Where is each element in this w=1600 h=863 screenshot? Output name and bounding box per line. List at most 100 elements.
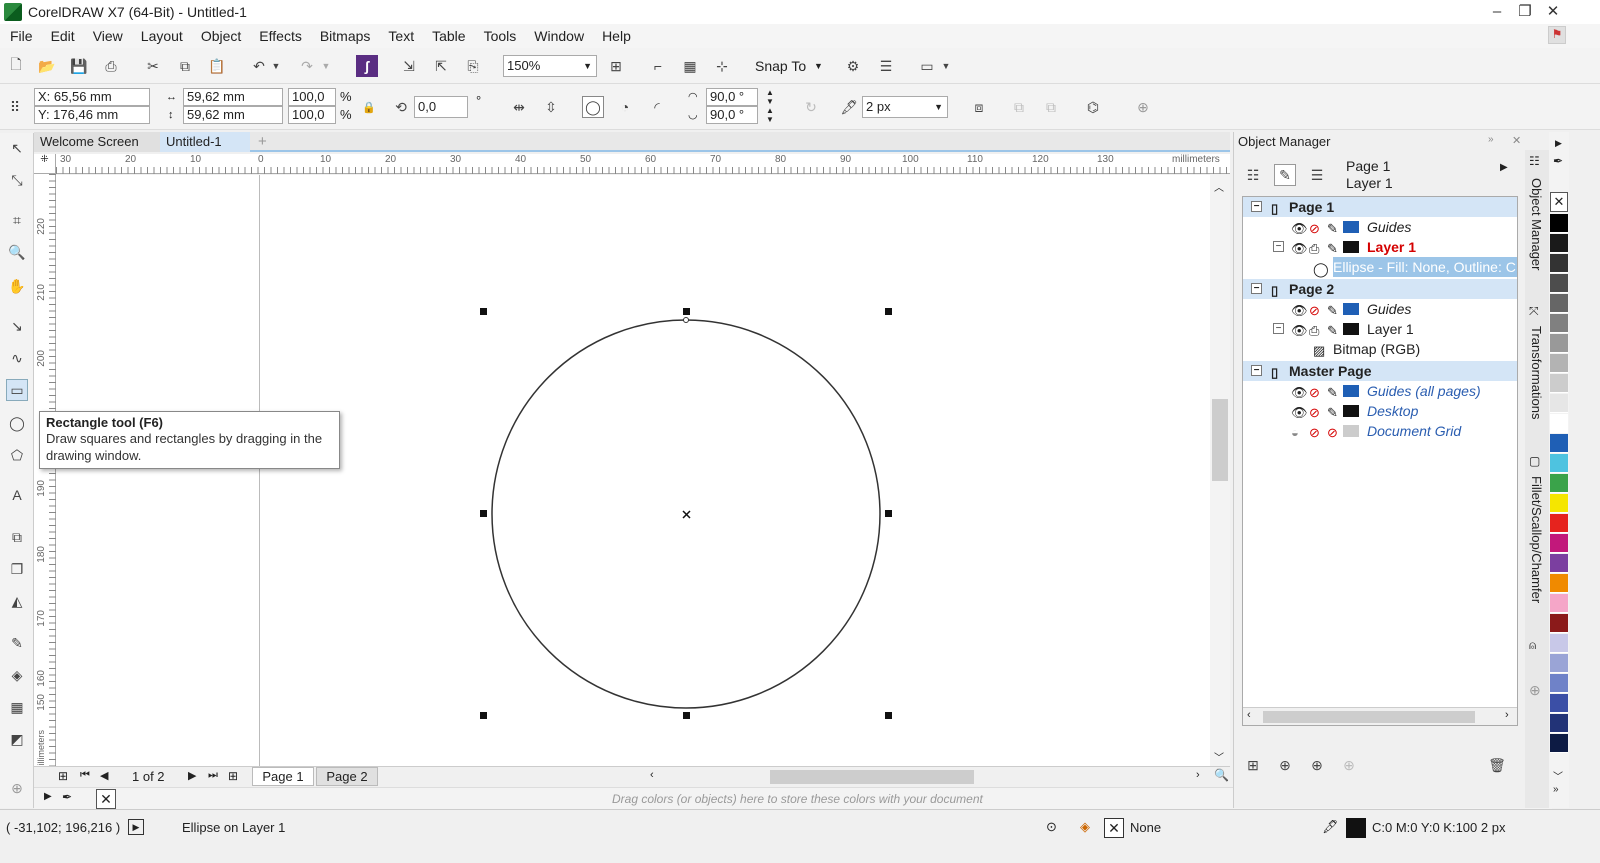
color-swatch[interactable] <box>1550 274 1568 293</box>
interactive-fill-icon[interactable]: ◈ <box>6 664 28 686</box>
undo-icon[interactable]: ↶ <box>248 55 270 77</box>
pick-tool-icon[interactable]: ↖ <box>6 137 28 159</box>
edit-pencil-icon[interactable]: ✎ <box>1327 383 1338 403</box>
selection-handle[interactable] <box>885 712 892 719</box>
status-menu-icon[interactable]: ▶ <box>128 819 144 835</box>
show-object-properties-icon[interactable]: ☷ <box>1242 164 1264 186</box>
outline-pen-status-icon[interactable]: 🖋 <box>1322 819 1339 835</box>
open-icon[interactable]: 📂 <box>36 55 58 77</box>
tree-page-1[interactable]: − ▯ Page 1 <box>1243 197 1517 217</box>
page-tab-1[interactable]: Page 1 <box>252 767 314 786</box>
undo-dropdown-icon[interactable]: ▼ <box>270 55 282 77</box>
add-icon[interactable]: ⊕ <box>1132 96 1154 118</box>
end-angle-field[interactable]: 90,0 ° <box>706 106 758 124</box>
eyedropper-icon[interactable]: ✎ <box>6 632 28 654</box>
paste-icon[interactable]: 📋 <box>206 55 228 77</box>
arc-shape-icon[interactable]: ◜ <box>646 96 668 118</box>
selection-handle[interactable] <box>480 712 487 719</box>
layer-color-swatch[interactable] <box>1343 385 1359 397</box>
tree-document-grid[interactable]: ◒ ⊘ ⊘ Document Grid <box>1243 421 1517 441</box>
edit-pencil-icon[interactable]: ✎ <box>1327 239 1338 259</box>
new-master-layer-icon[interactable]: ⊕ <box>1274 754 1296 776</box>
new-document-icon[interactable]: 🗋 <box>5 55 27 77</box>
snap-to-button[interactable]: Snap To <box>755 57 806 75</box>
menu-help[interactable]: Help <box>602 28 631 44</box>
color-swatch[interactable] <box>1550 234 1568 253</box>
first-page-icon[interactable]: ⏮ <box>80 769 90 782</box>
restore-button[interactable]: ❐ <box>1513 2 1537 22</box>
layer-color-swatch[interactable] <box>1343 241 1359 253</box>
menu-view[interactable]: View <box>93 28 123 44</box>
snap-to-dropdown-icon[interactable]: ▼ <box>814 57 823 75</box>
mesh-fill-icon[interactable]: ▦ <box>6 696 28 718</box>
outline-width-select[interactable]: 2 px ▼ <box>862 96 948 118</box>
tree-guides-all-pages[interactable]: 👁 ⊘ ✎ Guides (all pages) <box>1243 381 1517 401</box>
color-swatch[interactable] <box>1550 454 1568 473</box>
zoom-navigator-icon[interactable]: 🔍 <box>1214 768 1229 782</box>
ruler-origin[interactable]: ⁜ <box>34 154 56 174</box>
color-swatch[interactable] <box>1550 314 1568 333</box>
ellipse-node[interactable] <box>683 317 689 323</box>
tree-layer-1[interactable]: − 👁 ⎙ ✎ Layer 1 <box>1243 319 1517 339</box>
color-swatch[interactable] <box>1550 714 1568 733</box>
tree-scroll-thumb[interactable] <box>1263 711 1475 723</box>
shape-tool-icon[interactable]: ⤡ <box>6 169 28 191</box>
tab-transformations[interactable]: Transformations <box>1529 326 1544 419</box>
save-icon[interactable]: 💾 <box>68 55 90 77</box>
show-grid-icon[interactable]: ▦ <box>679 55 701 77</box>
page-tab-2[interactable]: Page 2 <box>316 767 378 786</box>
publish-pdf-icon[interactable]: ⎘ <box>462 55 484 77</box>
scale-height-field[interactable]: 100,0 <box>288 106 336 124</box>
menu-bitmaps[interactable]: Bitmaps <box>320 28 371 44</box>
drawing-canvas[interactable] <box>56 175 1210 766</box>
vertical-scroll-thumb[interactable] <box>1212 399 1228 481</box>
scroll-up-icon[interactable]: ︿ <box>1214 179 1224 194</box>
menu-object[interactable]: Object <box>201 28 241 44</box>
color-swatch[interactable] <box>1550 354 1568 373</box>
color-swatch[interactable] <box>1550 374 1568 393</box>
outline-color-swatch[interactable] <box>1346 818 1366 838</box>
export-icon[interactable]: ⇱ <box>430 55 452 77</box>
selection-handle[interactable] <box>683 712 690 719</box>
docker-menu-icon[interactable]: ▶ <box>1500 162 1508 173</box>
tree-horizontal-scrollbar[interactable]: ‹ › <box>1243 707 1517 725</box>
scroll-left-icon[interactable]: ‹ <box>650 769 654 781</box>
edit-disabled-icon[interactable]: ⊘ <box>1327 423 1338 443</box>
import-icon[interactable]: ⇲ <box>398 55 420 77</box>
collapse-icon[interactable]: − <box>1251 365 1262 376</box>
selection-handle[interactable] <box>480 308 487 315</box>
to-front-icon[interactable]: ⧉ <box>1008 96 1030 118</box>
next-page-icon[interactable]: ▶ <box>188 769 196 782</box>
tree-layer-1[interactable]: − 👁 ⎙ ✎ Layer 1 <box>1243 237 1517 257</box>
drop-shadow-icon[interactable]: ❐ <box>6 558 28 580</box>
scroll-left-icon[interactable]: ‹ <box>1247 709 1251 721</box>
transparency-icon[interactable]: ◭ <box>6 590 28 612</box>
mirror-horizontal-icon[interactable]: ⇹ <box>508 96 530 118</box>
color-swatch[interactable] <box>1550 394 1568 413</box>
lock-ratio-icon[interactable]: 🔒 <box>358 96 380 118</box>
tree-ellipse[interactable]: ◯ Ellipse - Fill: None, Outline: C:0 <box>1243 257 1517 277</box>
search-content-icon[interactable]: ʃ <box>356 55 378 77</box>
palette-expand-icon[interactable]: » <box>1553 784 1559 795</box>
pie-shape-icon[interactable]: ◔ <box>614 96 636 118</box>
scroll-right-icon[interactable]: › <box>1196 769 1200 781</box>
tree-guides[interactable]: 👁 ⊘ ✎ Guides <box>1243 299 1517 319</box>
menu-table[interactable]: Table <box>432 28 465 44</box>
palette-scroll-icon[interactable]: ▶ <box>1555 138 1562 149</box>
tree-desktop[interactable]: 👁 ⊘ ✎ Desktop <box>1243 401 1517 421</box>
color-swatch[interactable] <box>1550 574 1568 593</box>
new-layer-icon[interactable]: ⊞ <box>1242 754 1264 776</box>
palette-menu-icon[interactable]: ▶ <box>44 791 52 802</box>
color-swatch[interactable] <box>1550 294 1568 313</box>
layer-color-swatch[interactable] <box>1343 303 1359 315</box>
toolbar-options-icon[interactable]: ▭ <box>916 55 938 77</box>
to-back-icon[interactable]: ⧉ <box>1040 96 1062 118</box>
start-angle-field[interactable]: 90,0 ° <box>706 88 758 106</box>
color-swatch[interactable] <box>1550 494 1568 513</box>
eye-icon[interactable]: 👁 <box>1291 301 1308 321</box>
redo-icon[interactable]: ↷ <box>296 55 318 77</box>
prev-page-icon[interactable]: ◀ <box>100 769 108 782</box>
color-swatch[interactable] <box>1550 334 1568 353</box>
edit-pencil-icon[interactable]: ✎ <box>1327 321 1338 341</box>
width-field[interactable]: 59,62 mm <box>183 88 283 106</box>
